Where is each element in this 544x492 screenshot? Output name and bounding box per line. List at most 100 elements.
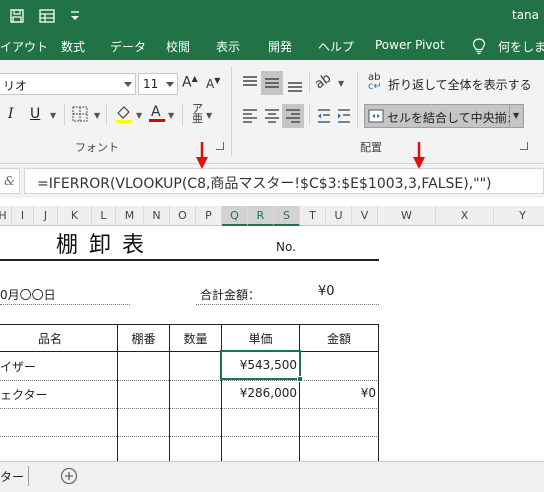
worksheet[interactable]: 棚 卸 表 No. 0月〇〇日 合計金額： ¥0 品名 棚番 数量 単価 金額 …	[0, 227, 544, 461]
table-header: 単価	[248, 332, 273, 346]
sheet-title: 棚 卸 表	[56, 233, 146, 258]
divider	[357, 72, 358, 128]
merge-center-button[interactable]: セルを結合して中央揃え	[364, 104, 519, 128]
column-header[interactable]: W	[378, 206, 436, 226]
column-header[interactable]: J	[34, 206, 58, 226]
sheet-tab-current[interactable]: ター	[0, 468, 24, 485]
tab-help[interactable]: ヘルプ	[318, 38, 354, 55]
column-header-selected[interactable]: Q	[222, 206, 248, 226]
column-header[interactable]: T	[300, 206, 326, 226]
tab-formulas[interactable]: 数式	[61, 38, 85, 55]
merge-options-dropdown[interactable]: ▼	[510, 104, 524, 128]
date-underline	[0, 304, 130, 305]
tab-review[interactable]: 校閲	[166, 38, 190, 55]
chevron-down-icon[interactable]: ▼	[50, 111, 56, 120]
align-right-glyph	[286, 109, 300, 123]
chevron-down-icon[interactable]: ▼	[94, 111, 100, 120]
column-header[interactable]: H	[0, 206, 12, 226]
formula-input[interactable]: =IFERROR(VLOOKUP(C8,商品マスター!$C$3:$E$1003,…	[24, 168, 544, 194]
total-label: 合計金額：	[200, 288, 261, 302]
column-headers: H I J K L M N O P Q R S T U V W X Y	[0, 206, 544, 226]
table-header: 金額	[326, 332, 351, 346]
column-header[interactable]: M	[116, 206, 144, 226]
divider	[309, 72, 310, 94]
divider	[28, 466, 29, 486]
tab-developer[interactable]: 開発	[268, 38, 292, 55]
chevron-down-icon	[124, 82, 132, 87]
table-header: 棚番	[131, 332, 156, 346]
align-middle-icon[interactable]	[261, 71, 283, 95]
chevron-down-icon[interactable]: ▼	[338, 79, 344, 88]
red-arrow-icon	[413, 142, 425, 169]
wrap-text-button[interactable]: ab c↵ 折り返して全体を表示する	[366, 73, 542, 95]
chevron-down-icon	[166, 82, 174, 87]
chevron-down-icon[interactable]: ▼	[136, 111, 142, 120]
column-header-selected[interactable]: S	[274, 206, 300, 226]
table-cell-name[interactable]: イザー	[0, 358, 36, 375]
group-divider	[231, 66, 232, 156]
divider	[64, 104, 65, 126]
column-header[interactable]: K	[58, 206, 92, 226]
column-header[interactable]: I	[12, 206, 34, 226]
merge-center-label: セルを結合して中央揃え	[387, 111, 519, 125]
fx-icon[interactable]: &	[0, 168, 20, 194]
align-bottom-icon[interactable]	[286, 74, 304, 92]
column-header-selected[interactable]: R	[248, 206, 274, 226]
font-color-icon[interactable]: A	[148, 104, 166, 124]
align-right-icon[interactable]	[282, 104, 304, 128]
tab-page-layout[interactable]: イアウト	[0, 38, 48, 55]
tab-tell-me[interactable]: 何をします	[498, 38, 544, 55]
align-center-icon[interactable]	[263, 107, 281, 125]
add-sheet-icon[interactable]	[60, 467, 78, 485]
align-middle-glyph	[265, 78, 279, 88]
phonetic-icon[interactable]: ア亜	[192, 103, 203, 124]
borders-icon[interactable]	[72, 106, 88, 122]
red-arrow-icon	[196, 142, 208, 169]
fill-color-icon[interactable]	[114, 104, 134, 124]
font-name-value: リオ	[3, 79, 28, 93]
table-cell-price[interactable]: ¥286,000	[222, 386, 297, 400]
table-icon[interactable]	[38, 7, 56, 25]
tab-view[interactable]: 表示	[216, 38, 240, 55]
column-header[interactable]: P	[196, 206, 222, 226]
font-name-dropdown[interactable]: リオ	[0, 73, 136, 95]
active-cell[interactable]	[220, 350, 301, 380]
column-header[interactable]: X	[436, 206, 494, 226]
font-dialog-launcher[interactable]	[216, 142, 224, 150]
qat-more-icon[interactable]	[66, 7, 84, 25]
column-header[interactable]: N	[144, 206, 170, 226]
table-cell-amount[interactable]: ¥0	[300, 386, 376, 400]
column-header[interactable]: U	[326, 206, 352, 226]
title-bar: tana	[0, 0, 544, 32]
column-header[interactable]: Y	[494, 206, 544, 226]
increase-font-icon[interactable]: A▲	[182, 74, 198, 91]
fill-handle[interactable]	[297, 376, 303, 382]
total-value: ¥0	[318, 284, 335, 299]
no-label: No.	[276, 240, 296, 254]
align-left-icon[interactable]	[241, 107, 259, 125]
table-cell-name[interactable]: ェクター	[0, 386, 48, 403]
orientation-icon[interactable]: ab	[312, 71, 334, 93]
ribbon: リオ 11 A▲ A▼ I U ▼ ▼ ▼ A ▼ ア亜 ▼ フォント ab ▼…	[0, 60, 544, 164]
ribbon-tabs: イアウト 数式 データ 校閲 表示 開発 ヘルプ Power Pivot 何をし…	[0, 32, 544, 60]
column-header[interactable]: V	[352, 206, 378, 226]
save-icon[interactable]	[8, 7, 26, 25]
tab-data[interactable]: データ	[110, 38, 146, 55]
divider	[309, 104, 310, 126]
column-header[interactable]: O	[170, 206, 196, 226]
align-top-icon[interactable]	[241, 74, 259, 92]
italic-icon[interactable]: I	[8, 106, 14, 122]
lightbulb-icon[interactable]	[472, 38, 486, 55]
underline-icon[interactable]: U	[30, 106, 40, 122]
divider	[106, 104, 107, 126]
alignment-dialog-launcher[interactable]	[520, 142, 528, 150]
decrease-font-icon[interactable]: A▼	[206, 76, 220, 91]
font-size-dropdown[interactable]: 11	[138, 73, 178, 95]
column-header[interactable]: L	[92, 206, 116, 226]
decrease-indent-icon[interactable]	[316, 107, 332, 125]
chevron-down-icon[interactable]: ▼	[206, 111, 212, 120]
chevron-down-icon[interactable]: ▼	[168, 111, 174, 120]
user-name[interactable]: tana	[512, 8, 539, 22]
increase-indent-icon[interactable]	[336, 107, 352, 125]
tab-power-pivot[interactable]: Power Pivot	[375, 38, 445, 52]
